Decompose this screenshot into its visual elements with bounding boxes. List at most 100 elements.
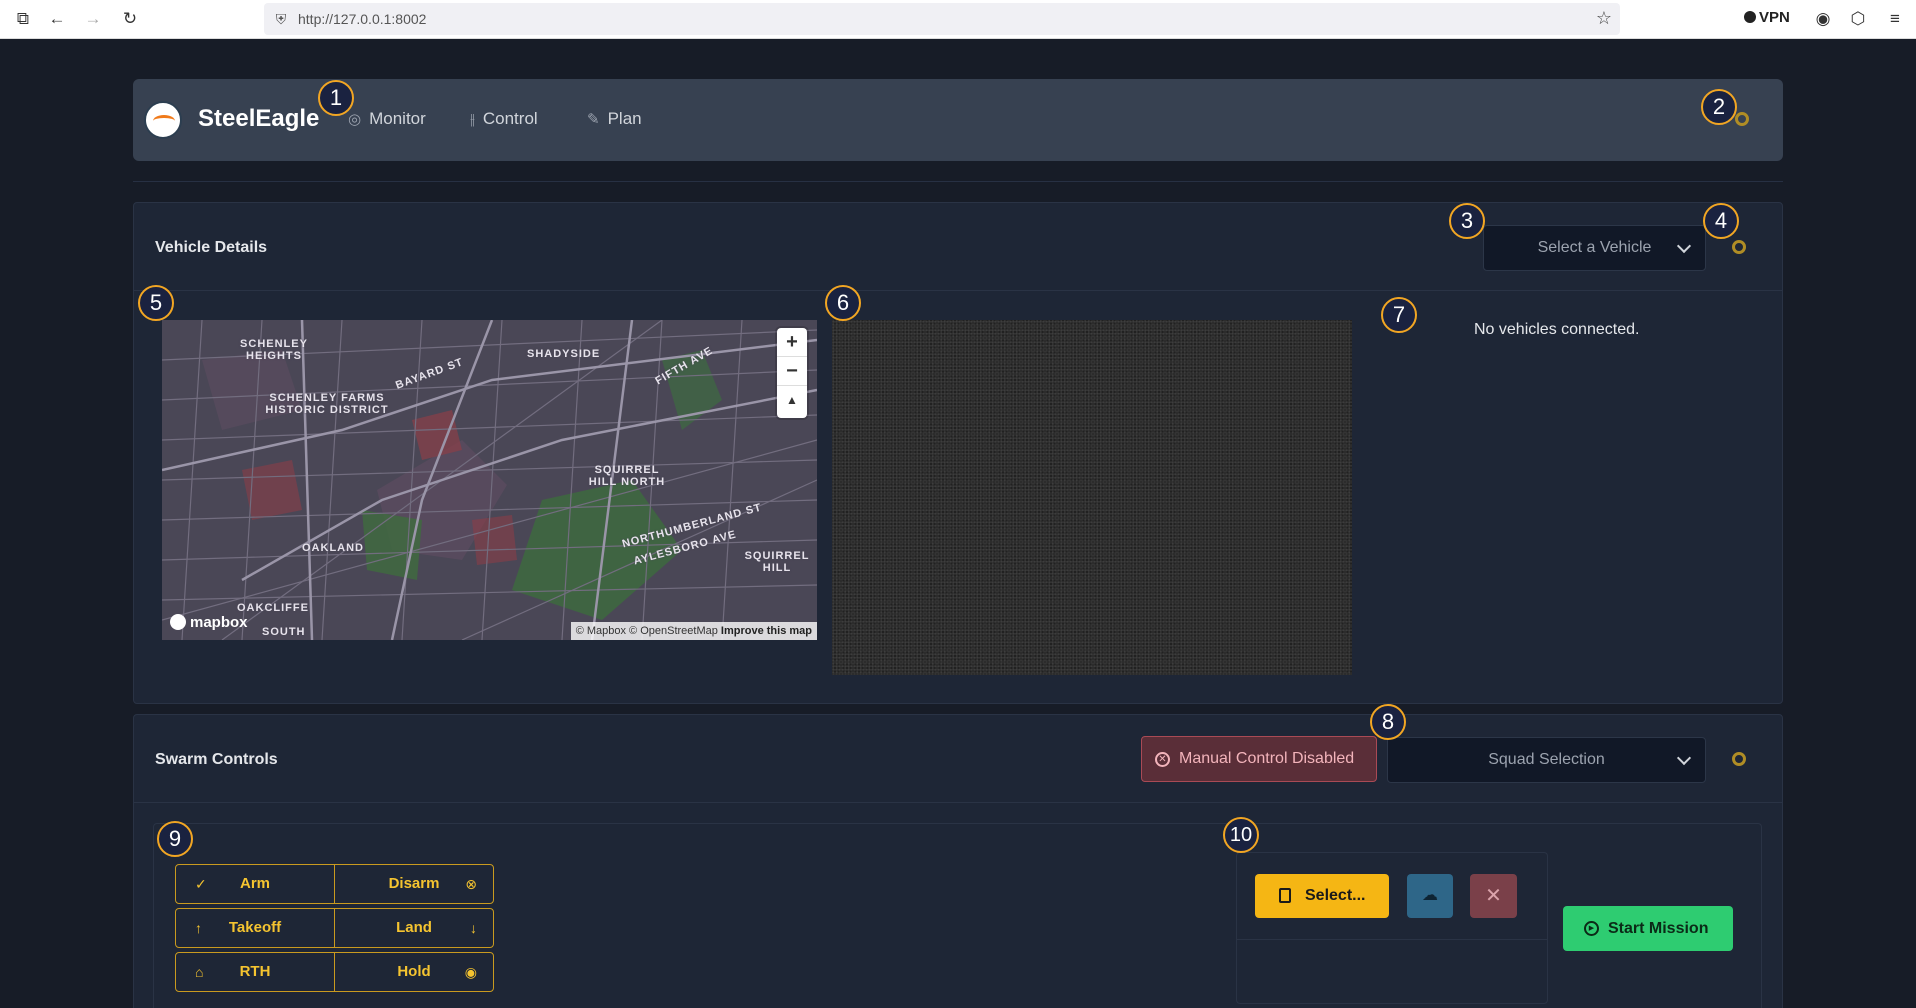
map-label: OAKLAND bbox=[302, 542, 364, 554]
nav-control-label: Control bbox=[482, 109, 538, 128]
vehicle-settings-gear-icon[interactable] bbox=[1732, 240, 1746, 254]
nav-plan[interactable]: ✎ Plan bbox=[587, 109, 642, 129]
account-icon[interactable]: ◉ bbox=[1812, 8, 1834, 30]
manual-control-status[interactable]: ✕ Manual Control Disabled bbox=[1141, 736, 1377, 782]
land-button[interactable]: Land ↓ bbox=[334, 908, 494, 948]
chevron-down-icon bbox=[1676, 750, 1692, 766]
url-text[interactable]: http://127.0.0.1:8002 bbox=[298, 11, 426, 27]
eye-icon: ◎ bbox=[348, 111, 362, 128]
vpn-button[interactable]: VPN bbox=[1744, 9, 1790, 26]
brand-title: SteelEagle bbox=[198, 105, 320, 132]
callout-9: 9 bbox=[157, 821, 193, 857]
select-mission-button[interactable]: Select... bbox=[1255, 874, 1389, 918]
stop-circle-icon: ◉ bbox=[464, 964, 477, 980]
mapbox-logo-text: mapbox bbox=[190, 614, 248, 631]
x-circle-icon: ✕ bbox=[1155, 752, 1170, 767]
sliders-icon: ⫲ bbox=[470, 111, 475, 128]
callout-7: 7 bbox=[1381, 297, 1417, 333]
land-label: Land bbox=[396, 919, 432, 936]
map-label: SQUIRREL HILL bbox=[744, 550, 810, 574]
hold-label: Hold bbox=[397, 963, 431, 980]
swarm-controls-title: Swarm Controls bbox=[155, 751, 278, 768]
callout-6: 6 bbox=[825, 285, 861, 321]
steeleagle-logo bbox=[144, 101, 182, 139]
vpn-label: VPN bbox=[1759, 9, 1790, 26]
vehicle-status-text: No vehicles connected. bbox=[1474, 321, 1640, 338]
file-icon bbox=[1279, 888, 1291, 903]
callout-10: 10 bbox=[1223, 817, 1259, 853]
forward-icon[interactable]: → bbox=[82, 8, 104, 30]
map-view[interactable]: SCHENLEY HEIGHTS SCHENLEY FARMS HISTORIC… bbox=[162, 320, 817, 640]
zoom-in-button[interactable]: + bbox=[777, 328, 807, 357]
nav-plan-label: Plan bbox=[607, 109, 642, 128]
squad-select[interactable]: Squad Selection bbox=[1387, 737, 1706, 783]
shield-icon: ⛨ bbox=[275, 11, 287, 27]
compass-icon[interactable]: ▲ bbox=[777, 386, 807, 415]
map-label: SQUIRREL HILL NORTH bbox=[588, 464, 666, 488]
mission-divider bbox=[1237, 939, 1547, 940]
map-zoom-controls: + − ▲ bbox=[777, 328, 807, 418]
vehicle-select[interactable]: Select a Vehicle bbox=[1483, 225, 1706, 271]
callout-1: 1 bbox=[318, 80, 354, 116]
video-feed bbox=[832, 320, 1352, 675]
vpn-icon bbox=[1744, 11, 1756, 23]
rth-label: RTH bbox=[239, 963, 271, 980]
disarm-button[interactable]: Disarm ⊗ bbox=[334, 864, 494, 904]
play-circle-icon: ▶ bbox=[1584, 921, 1599, 936]
arm-label: Arm bbox=[239, 875, 270, 892]
map-label: SHADYSIDE bbox=[527, 348, 601, 360]
map-label: SCHENLEY HEIGHTS bbox=[240, 338, 308, 362]
tab-icon[interactable]: ⧉ bbox=[12, 8, 34, 30]
zoom-out-button[interactable]: − bbox=[777, 357, 807, 386]
back-icon[interactable]: ← bbox=[46, 8, 68, 30]
swarm-settings-gear-icon[interactable] bbox=[1732, 752, 1746, 766]
menu-icon[interactable]: ≡ bbox=[1884, 8, 1906, 30]
home-icon: ⌂ bbox=[195, 964, 204, 980]
arrow-up-icon: ↑ bbox=[195, 920, 202, 936]
address-bar[interactable]: ⛨ http://127.0.0.1:8002 ☆ bbox=[264, 3, 1620, 35]
map-label: OAKCLIFFE bbox=[237, 602, 309, 614]
cloud-upload-icon: ☁ bbox=[1422, 887, 1438, 904]
clear-button[interactable]: ✕ bbox=[1470, 874, 1517, 918]
vehicle-select-placeholder: Select a Vehicle bbox=[1537, 239, 1652, 256]
header-divider bbox=[133, 181, 1783, 182]
takeoff-label: Takeoff bbox=[228, 919, 282, 936]
reload-icon[interactable]: ↻ bbox=[119, 8, 141, 30]
arrow-down-icon: ↓ bbox=[470, 920, 477, 936]
mapbox-logo[interactable]: mapbox bbox=[170, 614, 248, 631]
swarm-controls-header: Swarm Controls Squad Selection bbox=[134, 715, 1782, 803]
x-circle-icon: ⊗ bbox=[465, 876, 477, 892]
chevron-down-icon bbox=[1676, 238, 1692, 254]
start-mission-button[interactable]: ▶ Start Mission bbox=[1563, 906, 1733, 951]
callout-2: 2 bbox=[1701, 89, 1737, 125]
map-label: SCHENLEY FARMS HISTORIC DISTRICT bbox=[265, 392, 389, 416]
nav-control[interactable]: ⫲ Control bbox=[470, 109, 538, 129]
callout-4: 4 bbox=[1703, 203, 1739, 239]
start-mission-label: Start Mission bbox=[1608, 920, 1709, 937]
header-settings-gear-icon[interactable] bbox=[1735, 112, 1749, 126]
nav-monitor-label: Monitor bbox=[369, 109, 426, 128]
takeoff-button[interactable]: ↑ Takeoff bbox=[175, 908, 335, 948]
attribution-text: © Mapbox © OpenStreetMap bbox=[575, 625, 718, 637]
manual-control-label: Manual Control Disabled bbox=[1179, 750, 1355, 767]
map-streets bbox=[162, 320, 817, 640]
vehicle-details-header: Vehicle Details Select a Vehicle bbox=[134, 203, 1782, 291]
nav-monitor[interactable]: ◎ Monitor bbox=[348, 109, 426, 129]
improve-map-link[interactable]: Improve this map bbox=[721, 625, 812, 637]
select-mission-label: Select... bbox=[1305, 887, 1366, 904]
hold-button[interactable]: Hold ◉ bbox=[334, 952, 494, 992]
map-label: SOUTH bbox=[262, 626, 306, 638]
pencil-icon: ✎ bbox=[587, 111, 600, 128]
map-attribution: © Mapbox © OpenStreetMap Improve this ma… bbox=[570, 622, 817, 640]
star-icon[interactable]: ☆ bbox=[1596, 8, 1612, 29]
upload-button[interactable]: ☁ bbox=[1407, 874, 1453, 918]
close-icon: ✕ bbox=[1485, 885, 1502, 907]
squad-select-placeholder: Squad Selection bbox=[1488, 751, 1605, 768]
arm-button[interactable]: ✓ Arm bbox=[175, 864, 335, 904]
callout-8: 8 bbox=[1370, 704, 1406, 740]
vehicle-details-title: Vehicle Details bbox=[155, 239, 268, 256]
callout-5: 5 bbox=[138, 285, 174, 321]
extensions-icon[interactable]: ⬡ bbox=[1847, 8, 1869, 30]
browser-toolbar: ⧉ ← → ↻ ⛨ http://127.0.0.1:8002 ☆ VPN ◉ … bbox=[0, 0, 1916, 39]
rth-button[interactable]: ⌂ RTH bbox=[175, 952, 335, 992]
